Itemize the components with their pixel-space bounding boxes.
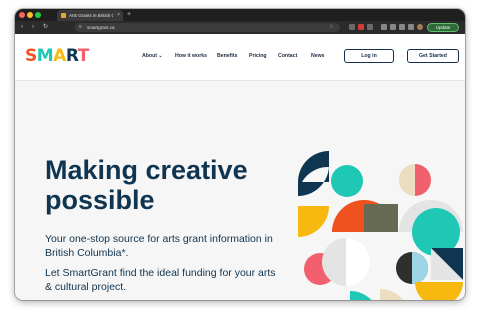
art-shape bbox=[415, 282, 463, 300]
back-icon[interactable]: ‹ bbox=[21, 21, 23, 34]
tab-close-icon[interactable]: × bbox=[117, 11, 120, 20]
bookmark-star-icon[interactable]: ☆ bbox=[329, 23, 333, 32]
extension-icon[interactable] bbox=[399, 24, 405, 30]
tab-title: Arts Grants in British Columbia bbox=[69, 13, 113, 18]
web-page: SMART About ⌄ How it works Benefits Pric… bbox=[15, 34, 465, 300]
site-info-icon[interactable]: ≡ bbox=[79, 23, 82, 32]
favicon-icon bbox=[61, 13, 66, 18]
art-shape bbox=[331, 165, 363, 197]
extension-icon[interactable] bbox=[349, 24, 355, 30]
get-started-button[interactable]: Get Started bbox=[407, 49, 459, 63]
smartgrant-logo[interactable]: SMART bbox=[25, 46, 89, 66]
extension-icon[interactable] bbox=[367, 24, 373, 30]
hero-subtitle: Your one-stop source for arts grant info… bbox=[45, 233, 273, 259]
hero-subtitle-secondary: Let SmartGrant find the ideal funding fo… bbox=[45, 267, 276, 293]
extension-icon[interactable] bbox=[390, 24, 396, 30]
extension-icon[interactable] bbox=[358, 24, 364, 30]
site-header: SMART About ⌄ How it works Benefits Pric… bbox=[15, 34, 465, 81]
art-shape bbox=[415, 164, 431, 196]
art-shape bbox=[412, 252, 428, 284]
update-button[interactable]: Update bbox=[427, 23, 459, 32]
browser-tab[interactable]: Arts Grants in British Columbia × bbox=[57, 10, 123, 21]
nav-how-it-works[interactable]: How it works bbox=[175, 52, 207, 60]
minimize-window-dot[interactable] bbox=[27, 12, 33, 18]
nav-news[interactable]: News bbox=[311, 52, 325, 60]
geometric-artwork bbox=[298, 151, 463, 300]
art-shape bbox=[380, 289, 404, 300]
address-bar[interactable]: ≡ smartgrant.ca ☆ bbox=[75, 23, 340, 32]
art-shape bbox=[350, 290, 372, 300]
url-text[interactable]: smartgrant.ca bbox=[87, 23, 115, 32]
art-shape bbox=[346, 238, 370, 286]
browser-toolbar: ‹ › ↻ ≡ smartgrant.ca ☆ Update bbox=[15, 21, 465, 34]
reload-icon[interactable]: ↻ bbox=[43, 21, 48, 34]
nav-pricing[interactable]: Pricing bbox=[249, 52, 267, 60]
new-tab-button[interactable]: + bbox=[127, 9, 131, 21]
maximize-window-dot[interactable] bbox=[35, 12, 41, 18]
art-shape bbox=[399, 164, 415, 196]
art-shape bbox=[298, 206, 329, 237]
nav-about[interactable]: About ⌄ bbox=[142, 52, 163, 60]
hero-title: Making creative possible bbox=[45, 155, 248, 215]
art-shape bbox=[364, 204, 398, 232]
login-button[interactable]: Log in bbox=[344, 49, 394, 63]
nav-benefits[interactable]: Benefits bbox=[217, 52, 237, 60]
extension-icon[interactable] bbox=[408, 24, 414, 30]
forward-icon[interactable]: › bbox=[32, 21, 34, 34]
close-window-dot[interactable] bbox=[19, 12, 25, 18]
nav-contact[interactable]: Contact bbox=[278, 52, 297, 60]
profile-avatar-icon[interactable] bbox=[417, 24, 423, 30]
tab-bar: Arts Grants in British Columbia × + bbox=[15, 9, 465, 21]
extension-icon[interactable] bbox=[381, 24, 387, 30]
browser-window: Arts Grants in British Columbia × + ‹ › … bbox=[15, 9, 465, 300]
